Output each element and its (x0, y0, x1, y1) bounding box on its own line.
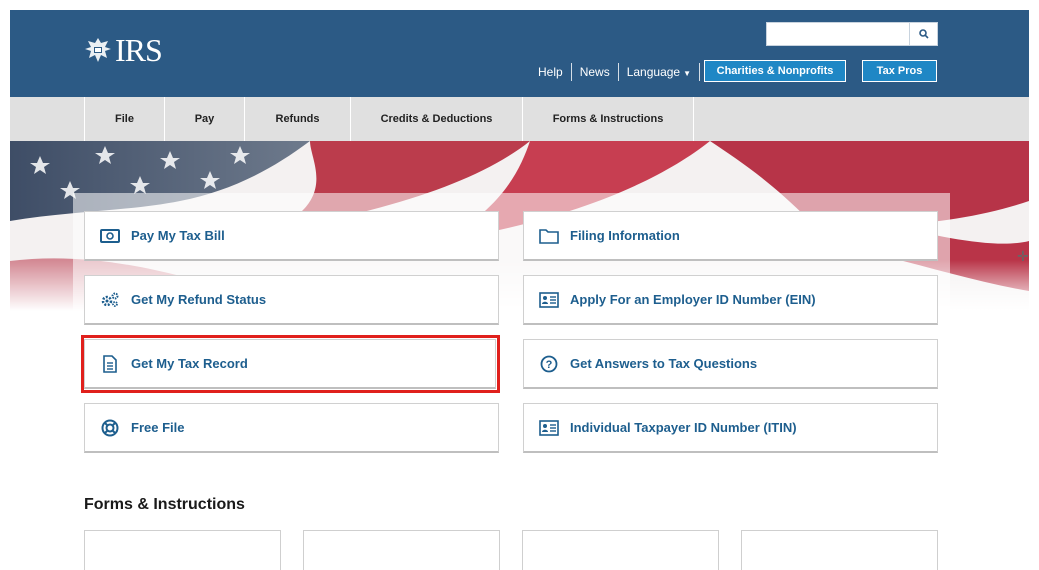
eagle-icon (85, 38, 111, 62)
nav-item-refunds[interactable]: Refunds (244, 97, 350, 141)
main-nav: File Pay Refunds Credits & Deductions Fo… (10, 97, 1029, 141)
tax-questions-card[interactable]: ? Get Answers to Tax Questions (523, 339, 938, 389)
search-button[interactable] (909, 23, 937, 45)
nav-label: Pay (194, 113, 215, 125)
search-input[interactable] (767, 23, 907, 45)
id-card-icon (538, 291, 560, 309)
lifebuoy-icon (99, 419, 121, 437)
help-link[interactable]: Help (530, 65, 571, 79)
form-card[interactable] (303, 530, 500, 570)
forms-section-title: Forms & Instructions (84, 496, 245, 513)
nav-item-pay[interactable]: Pay (164, 97, 244, 141)
divider (570, 63, 572, 81)
card-label: Filing Information (570, 228, 680, 243)
folder-icon (538, 227, 560, 245)
chevron-down-icon: ▼ (683, 69, 692, 78)
pay-tax-bill-card[interactable]: Pay My Tax Bill (84, 211, 499, 261)
form-card[interactable] (84, 530, 281, 570)
nav-item-file[interactable]: File (84, 97, 164, 141)
card-label: Pay My Tax Bill (131, 228, 225, 243)
logo-text: IRS (115, 32, 163, 68)
gears-icon (99, 291, 121, 309)
free-file-card[interactable]: Free File (84, 403, 499, 453)
nav-item-forms[interactable]: Forms & Instructions (522, 97, 694, 141)
charities-label: Charities & Nonprofits (716, 65, 834, 77)
divider (699, 63, 701, 81)
id-card-icon (538, 419, 560, 437)
search-box (766, 22, 938, 46)
search-icon (918, 29, 929, 39)
itin-card[interactable]: Individual Taxpayer ID Number (ITIN) (523, 403, 938, 453)
irs-logo[interactable]: IRS (83, 32, 163, 68)
divider (617, 63, 619, 81)
taxpros-label: Tax Pros (876, 65, 923, 77)
form-card[interactable] (741, 530, 938, 570)
apply-ein-card[interactable]: Apply For an Employer ID Number (EIN) (523, 275, 938, 325)
language-label: Language (626, 65, 681, 79)
charities-button[interactable]: Charities & Nonprofits (704, 60, 846, 82)
nav-label: Forms & Instructions (552, 113, 664, 125)
form-card[interactable] (522, 530, 719, 570)
selection-highlight (81, 335, 500, 393)
refund-status-card[interactable]: Get My Refund Status (84, 275, 499, 325)
question-icon: ? (538, 355, 560, 373)
card-label: Get My Refund Status (131, 292, 267, 307)
nav-label: Refunds (275, 113, 320, 125)
svg-text:?: ? (546, 359, 553, 371)
nav-item-credits[interactable]: Credits & Deductions (350, 97, 522, 141)
card-label: Individual Taxpayer ID Number (ITIN) (570, 420, 797, 435)
nav-label: File (115, 113, 134, 125)
news-link[interactable]: News (572, 65, 618, 79)
filing-information-card[interactable]: Filing Information (523, 211, 938, 261)
crosshair-cursor-icon: ✛ (1017, 248, 1029, 264)
bill-icon (99, 227, 121, 245)
language-dropdown[interactable]: Language ▼ (619, 65, 699, 79)
card-label: Apply For an Employer ID Number (EIN) (570, 292, 816, 307)
nav-label: Credits & Deductions (380, 113, 493, 125)
utility-nav: Help News Language ▼ (530, 62, 701, 82)
card-label: Get Answers to Tax Questions (570, 356, 758, 371)
card-label: Free File (131, 420, 185, 435)
taxpros-button[interactable]: Tax Pros (862, 60, 937, 82)
site-header: IRS Help News Language ▼ Charities & Nonp… (10, 10, 1029, 97)
